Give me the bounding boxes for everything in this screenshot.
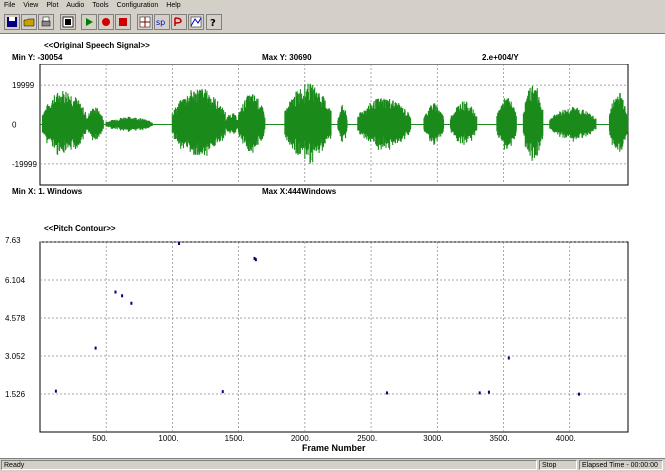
pitch-x-tick: 1500. <box>225 434 245 442</box>
status-elapsed: Elapsed Time - 00:00:00 <box>579 460 663 470</box>
plot-icon <box>190 16 202 28</box>
menu-bar: File View Plot Audio Tools Configuration Help <box>0 0 665 11</box>
help-icon: ? <box>210 18 216 28</box>
spectrogram-button[interactable] <box>137 14 153 30</box>
pitch-plot-frame <box>39 241 629 433</box>
pitch-x-tick: 3000. <box>423 434 443 442</box>
record-icon <box>102 18 110 26</box>
print-icon <box>41 16 51 27</box>
pitch-point <box>507 356 510 360</box>
pitch-x-tick: 3500. <box>490 434 510 442</box>
speech-signal-chart: 500.1000.1500.2000.2500.3000.3500.4000.1… <box>12 64 629 186</box>
pitch-point <box>114 290 117 294</box>
plot-button[interactable] <box>188 14 204 30</box>
signal-panel-title: <<Original Speech Signal>> <box>44 41 150 50</box>
menu-configuration[interactable]: Configuration <box>113 0 163 11</box>
plot-area: <<Original Speech Signal>> Min Y: -30054… <box>0 34 665 458</box>
pitch-y-tick: 1.526 <box>5 390 26 399</box>
menu-view[interactable]: View <box>19 0 42 11</box>
pitch-point <box>221 390 224 394</box>
svg-text:?: ? <box>210 18 216 28</box>
save-button[interactable] <box>4 14 20 30</box>
pitch-x-tick: 2500. <box>357 434 377 442</box>
pitch-contour-chart: 500. 1000. 1500. 2000. 2500. 3000. 3500. 4000. 7… <box>5 236 629 442</box>
spectrogram-icon <box>139 16 151 28</box>
record-button[interactable] <box>98 14 114 30</box>
pitch-icon <box>174 17 182 26</box>
pitch-point <box>178 241 181 245</box>
print-button[interactable] <box>38 14 54 30</box>
signal-min-y: Min Y: -30054 <box>12 53 63 62</box>
pitch-y-tick: 6.104 <box>5 276 26 285</box>
pitch-button[interactable] <box>171 14 187 30</box>
speech-button[interactable]: sp <box>154 14 170 30</box>
pitch-x-tick: 500. <box>92 434 108 442</box>
stop-button[interactable] <box>115 14 131 30</box>
help-button[interactable]: ? <box>206 14 222 30</box>
pitch-y-tick: 7.63 <box>5 236 21 245</box>
menu-audio[interactable]: Audio <box>62 0 88 11</box>
status-bar: Ready Stop Elapsed Time - 00:00:00 <box>0 458 665 472</box>
signal-scale: 2.e+004/Y <box>482 53 519 62</box>
pitch-y-tick: 3.052 <box>5 352 26 361</box>
record-window-button[interactable] <box>60 14 76 30</box>
pitch-y-tick: 4.578 <box>5 314 26 323</box>
pitch-x-label: Frame Number <box>302 443 366 453</box>
pitch-x-tick: 4000. <box>556 434 576 442</box>
signal-y-tick: 19999 <box>12 81 35 90</box>
status-stop: Stop <box>539 460 577 470</box>
pitch-point <box>487 390 490 394</box>
play-button[interactable] <box>81 14 97 30</box>
pitch-x-tick: 2000. <box>291 434 311 442</box>
signal-max-y: Max Y: 30690 <box>262 53 312 62</box>
pitch-point <box>54 389 57 393</box>
pitch-point <box>478 391 481 395</box>
menu-tools[interactable]: Tools <box>88 0 112 11</box>
menu-plot[interactable]: Plot <box>42 0 62 11</box>
save-icon <box>7 17 17 27</box>
pitch-point <box>385 391 388 395</box>
status-ready: Ready <box>1 460 537 470</box>
speech-icon: sp <box>156 18 165 27</box>
play-icon <box>86 18 93 26</box>
pitch-point <box>121 294 124 298</box>
pitch-x-tick: 1000. <box>158 434 178 442</box>
pitch-point <box>130 301 133 305</box>
pitch-point <box>578 392 580 396</box>
menu-file[interactable]: File <box>0 0 19 11</box>
menu-help[interactable]: Help <box>162 0 184 11</box>
toolbar: sp? <box>0 11 665 34</box>
signal-y-tick: 0 <box>12 121 17 130</box>
open-button[interactable] <box>21 14 37 30</box>
pitch-point <box>254 258 257 262</box>
pitch-point <box>94 346 97 350</box>
signal-y-tick: -19999 <box>12 160 37 169</box>
open-icon <box>23 18 35 27</box>
svg-text:sp: sp <box>156 18 165 27</box>
stop-icon <box>119 18 127 26</box>
record-window-icon <box>62 16 74 28</box>
